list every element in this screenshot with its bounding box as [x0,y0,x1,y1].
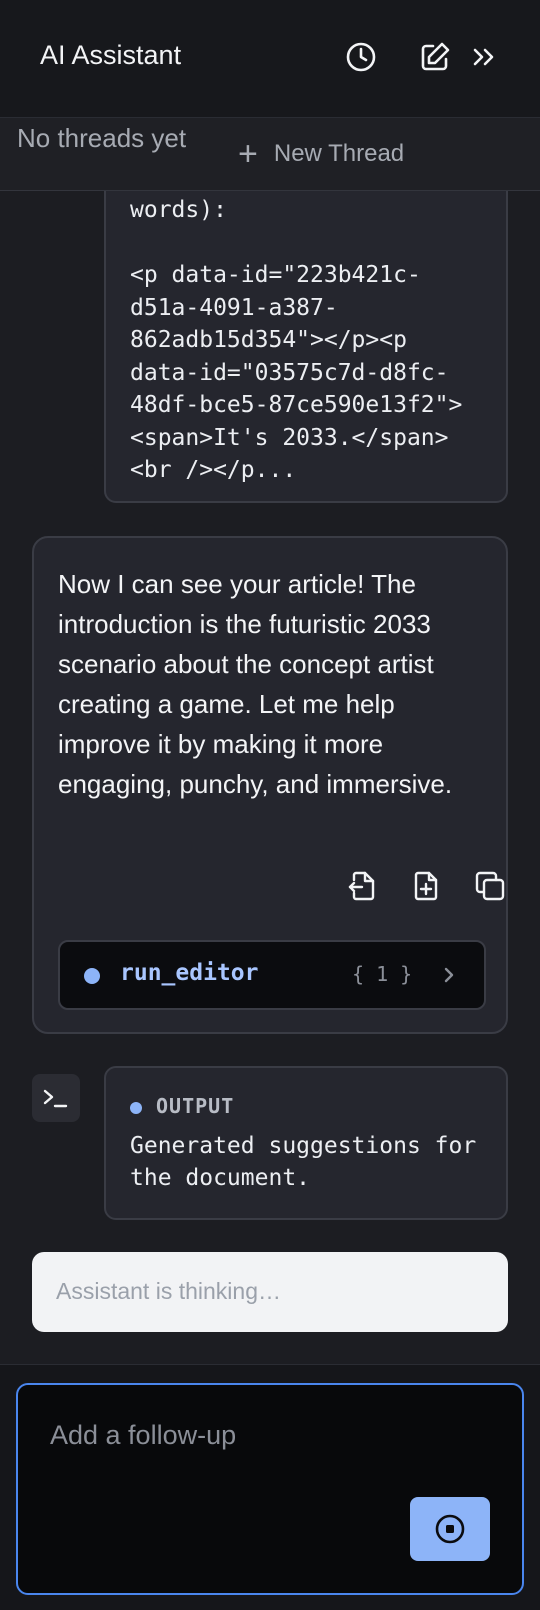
tool-call-name: run_editor [120,960,259,986]
add-file-icon[interactable] [408,868,444,904]
double-chevron-right-icon[interactable] [468,40,502,74]
app-title: AI Assistant [40,40,182,70]
history-icon[interactable] [344,40,378,74]
new-thread-label: New Thread [273,140,405,167]
edit-icon[interactable] [418,40,452,74]
status-dot [130,1102,142,1114]
composer [16,1383,524,1595]
chevron-right-icon [436,960,462,990]
thinking-indicator: Assistant is thinking… [32,1252,508,1332]
stop-button[interactable] [410,1497,490,1561]
tool-call-args-badge: { 1 } [352,962,413,986]
tool-output-text: Generated suggestions for the document. [130,1133,477,1191]
thinking-text: Assistant is thinking… [56,1278,281,1304]
thread-bar: No threads yet + New Thread [0,118,540,191]
stop-icon [435,1514,465,1544]
status-dot [84,968,100,984]
composer-area [0,1364,540,1610]
new-thread-button[interactable]: + New Thread [238,134,404,174]
export-icon[interactable] [344,868,380,904]
tool-call-run-editor[interactable]: run_editor { 1 } [58,940,486,1010]
plus-icon: + [238,135,258,173]
no-threads-text: No threads yet [17,123,187,153]
app-header: AI Assistant [0,0,540,118]
assistant-message-text: Now I can see your article! The introduc… [58,569,453,799]
terminal-icon [32,1074,80,1122]
tool-result-code-block: words): <p data-id="223b421c- d51a-4091-… [104,150,508,503]
assistant-message: Now I can see your article! The introduc… [32,536,508,1034]
copy-icon[interactable] [472,868,508,904]
tool-output-label: OUTPUT [156,1094,235,1118]
follow-up-input[interactable] [48,1413,488,1457]
tool-output: OUTPUT Generated suggestions for the doc… [104,1066,508,1220]
